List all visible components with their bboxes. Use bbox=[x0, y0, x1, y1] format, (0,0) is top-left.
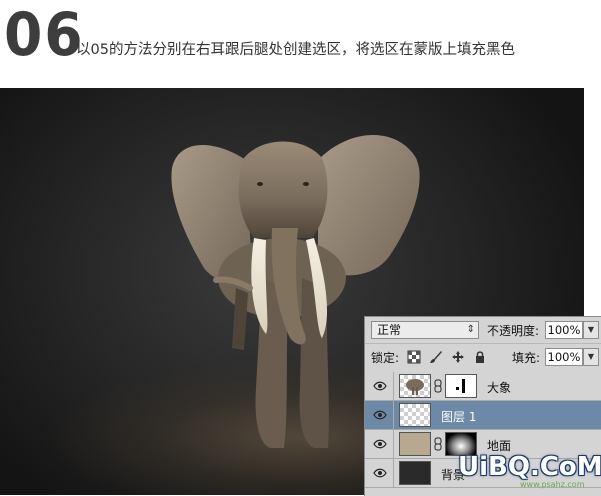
step-instruction: 以05的方法分别在右耳跟后腿处创建选区，将选区在蒙版上填充黑色 bbox=[76, 42, 515, 58]
divider bbox=[393, 401, 394, 429]
layer-mask-thumbnail[interactable] bbox=[445, 374, 477, 398]
lock-label: 锁定: bbox=[371, 351, 400, 365]
layer-thumbnail[interactable] bbox=[399, 461, 431, 485]
lock-transparent-icon[interactable] bbox=[407, 350, 421, 364]
updown-icon: ⇕ bbox=[466, 324, 475, 335]
chain-icon[interactable] bbox=[434, 379, 442, 393]
eye-icon[interactable] bbox=[373, 409, 387, 421]
blend-row: 正常 ⇕ 不透明度: 100% ▼ bbox=[365, 317, 601, 343]
layer-name[interactable]: 图层 1 bbox=[441, 408, 476, 425]
fill-input[interactable]: 100% bbox=[545, 348, 583, 366]
eye-icon[interactable] bbox=[373, 467, 387, 479]
lock-row: 锁定: 填充: 100% ▼ bbox=[365, 343, 601, 370]
lock-paint-icon[interactable] bbox=[429, 350, 443, 364]
fill-label: 填充: bbox=[512, 351, 541, 365]
divider bbox=[393, 430, 394, 458]
watermark-url: www.psahz.com bbox=[520, 480, 585, 489]
fill-dropdown-icon[interactable]: ▼ bbox=[583, 348, 599, 366]
lock-all-icon[interactable] bbox=[473, 350, 487, 364]
chain-icon[interactable] bbox=[434, 437, 442, 451]
watermark-logo: UiBQ.CoM bbox=[458, 452, 601, 482]
eye-icon[interactable] bbox=[373, 438, 387, 450]
step-number: 06 bbox=[4, 0, 85, 70]
layer-row-layer1[interactable]: 图层 1 bbox=[365, 401, 601, 430]
lock-move-icon[interactable] bbox=[451, 350, 465, 364]
blend-mode-value: 正常 bbox=[377, 323, 402, 337]
layer-row-elephant[interactable]: 大象 bbox=[365, 372, 601, 401]
blend-mode-select[interactable]: 正常 ⇕ bbox=[371, 321, 479, 339]
divider bbox=[393, 459, 394, 487]
layer-thumbnail[interactable] bbox=[399, 374, 431, 398]
layer-name[interactable]: 大象 bbox=[487, 379, 511, 396]
eye-icon[interactable] bbox=[373, 380, 387, 392]
opacity-dropdown-icon[interactable]: ▼ bbox=[583, 321, 599, 339]
opacity-input[interactable]: 100% bbox=[545, 321, 583, 339]
layer-thumbnail[interactable] bbox=[399, 432, 431, 456]
opacity-label: 不透明度: bbox=[487, 324, 540, 338]
layer-thumbnail[interactable] bbox=[399, 403, 431, 427]
divider bbox=[393, 372, 394, 400]
